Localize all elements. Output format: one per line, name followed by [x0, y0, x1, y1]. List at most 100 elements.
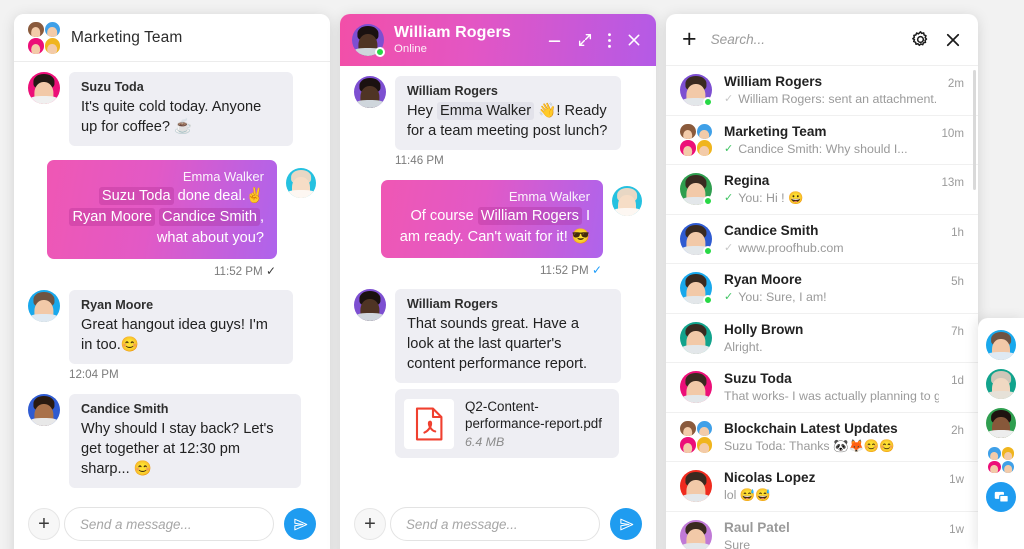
rail-avatar-ryan-moore[interactable]	[986, 330, 1016, 360]
chat-bubble-icon[interactable]	[986, 482, 1016, 512]
list-scrollbar[interactable]	[973, 70, 976, 190]
conversation-preview: That works- I was actually planning to g…	[724, 388, 939, 404]
close-icon[interactable]	[626, 32, 642, 48]
list-search-bar: + Search...	[666, 14, 978, 66]
conversation-time: 7h	[951, 324, 964, 338]
conversation-list[interactable]: William Rogers ✓ William Rogers: sent an a…	[666, 66, 978, 549]
rail-avatar-holly-brown[interactable]	[986, 369, 1016, 399]
messenger-app: Marketing Team Suzu Toda It's quite cold…	[0, 0, 1024, 549]
close-icon[interactable]	[944, 31, 962, 49]
conversation-preview-text: Suzu Toda: Thanks 🐼🦊😊😊	[724, 438, 895, 453]
conversation-name: Marketing Team	[724, 123, 827, 139]
online-status-dot	[703, 295, 713, 306]
new-conversation-button[interactable]: +	[682, 27, 697, 52]
dm-message-list: William Rogers Hey Emma Walker 👋! Ready …	[340, 66, 656, 498]
online-status-dot	[703, 97, 713, 108]
avatar	[680, 173, 713, 207]
online-status-dot	[375, 47, 385, 57]
conversation-meta: Suzu Toda That works- I was actually plan…	[724, 370, 939, 404]
message-row: Emma Walker Of course William Rogers I a…	[354, 180, 642, 258]
conversation-meta: Holly Brown Alright.	[724, 321, 939, 355]
conversation-time: 5h	[951, 275, 964, 288]
rail-avatar-group[interactable]	[988, 447, 1014, 473]
mention-william-rogers[interactable]: William Rogers	[477, 207, 582, 225]
attachment-row: Q2-Content-performance-report.pdf 6.4 MB	[354, 389, 642, 458]
conversation-preview: lol 😅😅	[724, 487, 937, 503]
more-options-icon[interactable]	[607, 32, 612, 49]
gear-icon[interactable]	[911, 30, 930, 49]
conversation-preview-text: www.proofhub.com	[738, 240, 844, 255]
group-chat-header[interactable]: Marketing Team	[14, 14, 330, 62]
conversation-row-suzu-toda[interactable]: Suzu Toda That works- I was actually plan…	[666, 363, 978, 413]
message-text: It's quite cold today. Anyone up for cof…	[81, 99, 262, 135]
message-text: Hey Emma Walker 👋! Ready for a team meet…	[407, 102, 608, 139]
avatar-suzu-toda	[28, 72, 60, 104]
conversation-preview-text: You: Sure, I am!	[738, 290, 827, 305]
conversation-preview: ✓ www.proofhub.com	[724, 240, 939, 256]
direct-message-panel: William Rogers Online William Rogers Hey…	[340, 14, 656, 549]
message-sender: William Rogers	[407, 297, 498, 311]
message-bubble-outgoing: Emma Walker Of course William Rogers I a…	[381, 180, 603, 258]
read-check-icon: ✓	[724, 241, 734, 254]
conversation-preview: Suzu Toda: Thanks 🐼🦊😊😊	[724, 438, 939, 454]
mention-ryan-moore[interactable]: Ryan Moore	[69, 208, 155, 226]
message-bubble: Ryan Moore Great hangout idea guys! I'm …	[69, 290, 293, 364]
conversation-meta: Marketing Team ✓ Candice Smith: Why should…	[724, 123, 929, 157]
dm-composer: + Send a message...	[340, 498, 656, 549]
conversation-row-holly-brown[interactable]: Holly Brown Alright. 7h	[666, 314, 978, 363]
group-avatar	[680, 123, 712, 156]
message-timestamp: 11:52 PM ✓	[539, 263, 602, 277]
avatar	[680, 371, 712, 404]
message-row: William Rogers That sounds great. Have a…	[354, 289, 642, 383]
conversation-time: 2m	[947, 77, 964, 90]
minimize-icon[interactable]	[546, 32, 563, 49]
add-attachment-button[interactable]: +	[354, 508, 386, 540]
conversation-time: 10m	[941, 126, 964, 140]
read-tick-icon: ✓	[591, 263, 602, 277]
message-row: William Rogers Hey Emma Walker 👋! Ready …	[354, 76, 642, 150]
send-icon	[619, 518, 633, 530]
add-attachment-button[interactable]: +	[28, 508, 60, 540]
file-attachment-card[interactable]: Q2-Content-performance-report.pdf 6.4 MB	[395, 389, 619, 458]
message-sender: Candice Smith	[81, 402, 169, 416]
mention-emma-walker[interactable]: Emma Walker	[437, 102, 535, 120]
conversation-row-marketing-team[interactable]: Marketing Team ✓ Candice Smith: Why should…	[666, 116, 978, 165]
message-sender: Ryan Moore	[81, 298, 154, 312]
conversation-row-candice-smith[interactable]: Candice Smith ✓ www.proofhub.com 1h	[666, 215, 978, 264]
send-button[interactable]	[610, 508, 642, 540]
dm-window-actions	[546, 32, 644, 49]
conversation-name: Suzu Toda	[724, 371, 792, 387]
conversation-name: William Rogers	[724, 74, 823, 90]
avatar	[680, 519, 712, 549]
conversation-preview: Sure	[724, 537, 937, 549]
avatar	[680, 74, 713, 108]
conversation-time: 1d	[951, 374, 964, 387]
message-text-part: done deal.✌️	[173, 188, 264, 204]
group-title: Marketing Team	[71, 28, 183, 46]
conversation-name: Regina	[724, 173, 770, 189]
conversation-row-regina[interactable]: Regina ✓ You: Hi ! 😀 13m	[666, 165, 978, 215]
dm-contact-name: William Rogers	[394, 23, 511, 41]
avatar	[680, 222, 713, 256]
group-composer: + Send a message...	[14, 498, 330, 549]
conversation-meta: William Rogers ✓ William Rogers: sent an a…	[724, 73, 936, 107]
conversation-row-raul-patel[interactable]: Raul Patel Sure 1w	[666, 512, 978, 549]
dm-message-input[interactable]: Send a message...	[390, 507, 600, 541]
expand-icon[interactable]	[577, 32, 593, 48]
conversation-row-nicolas-lopez[interactable]: Nicolas Lopez lol 😅😅 1w	[666, 462, 978, 512]
mention-suzu-toda[interactable]: Suzu Toda	[98, 187, 174, 205]
conversation-time: 2h	[951, 423, 964, 437]
conversation-preview-text: Alright.	[724, 339, 763, 354]
conversation-time: 13m	[941, 176, 964, 189]
message-row: Ryan Moore Great hangout idea guys! I'm …	[28, 290, 316, 364]
avatar-emma-walker	[286, 168, 316, 198]
conversation-row-william-rogers[interactable]: William Rogers ✓ William Rogers: sent an a…	[666, 66, 978, 116]
send-button[interactable]	[284, 508, 316, 540]
mention-candice-smith[interactable]: Candice Smith	[159, 208, 260, 226]
message-sender: Emma Walker	[508, 189, 590, 204]
conversation-row-blockchain-latest-updates[interactable]: Blockchain Latest Updates Suzu Toda: Than…	[666, 413, 978, 462]
conversation-row-ryan-moore[interactable]: Ryan Moore ✓ You: Sure, I am! 5h	[666, 264, 978, 314]
rail-avatar-regina[interactable]	[986, 408, 1016, 438]
group-message-input[interactable]: Send a message...	[64, 507, 274, 541]
search-input[interactable]: Search...	[711, 32, 897, 47]
